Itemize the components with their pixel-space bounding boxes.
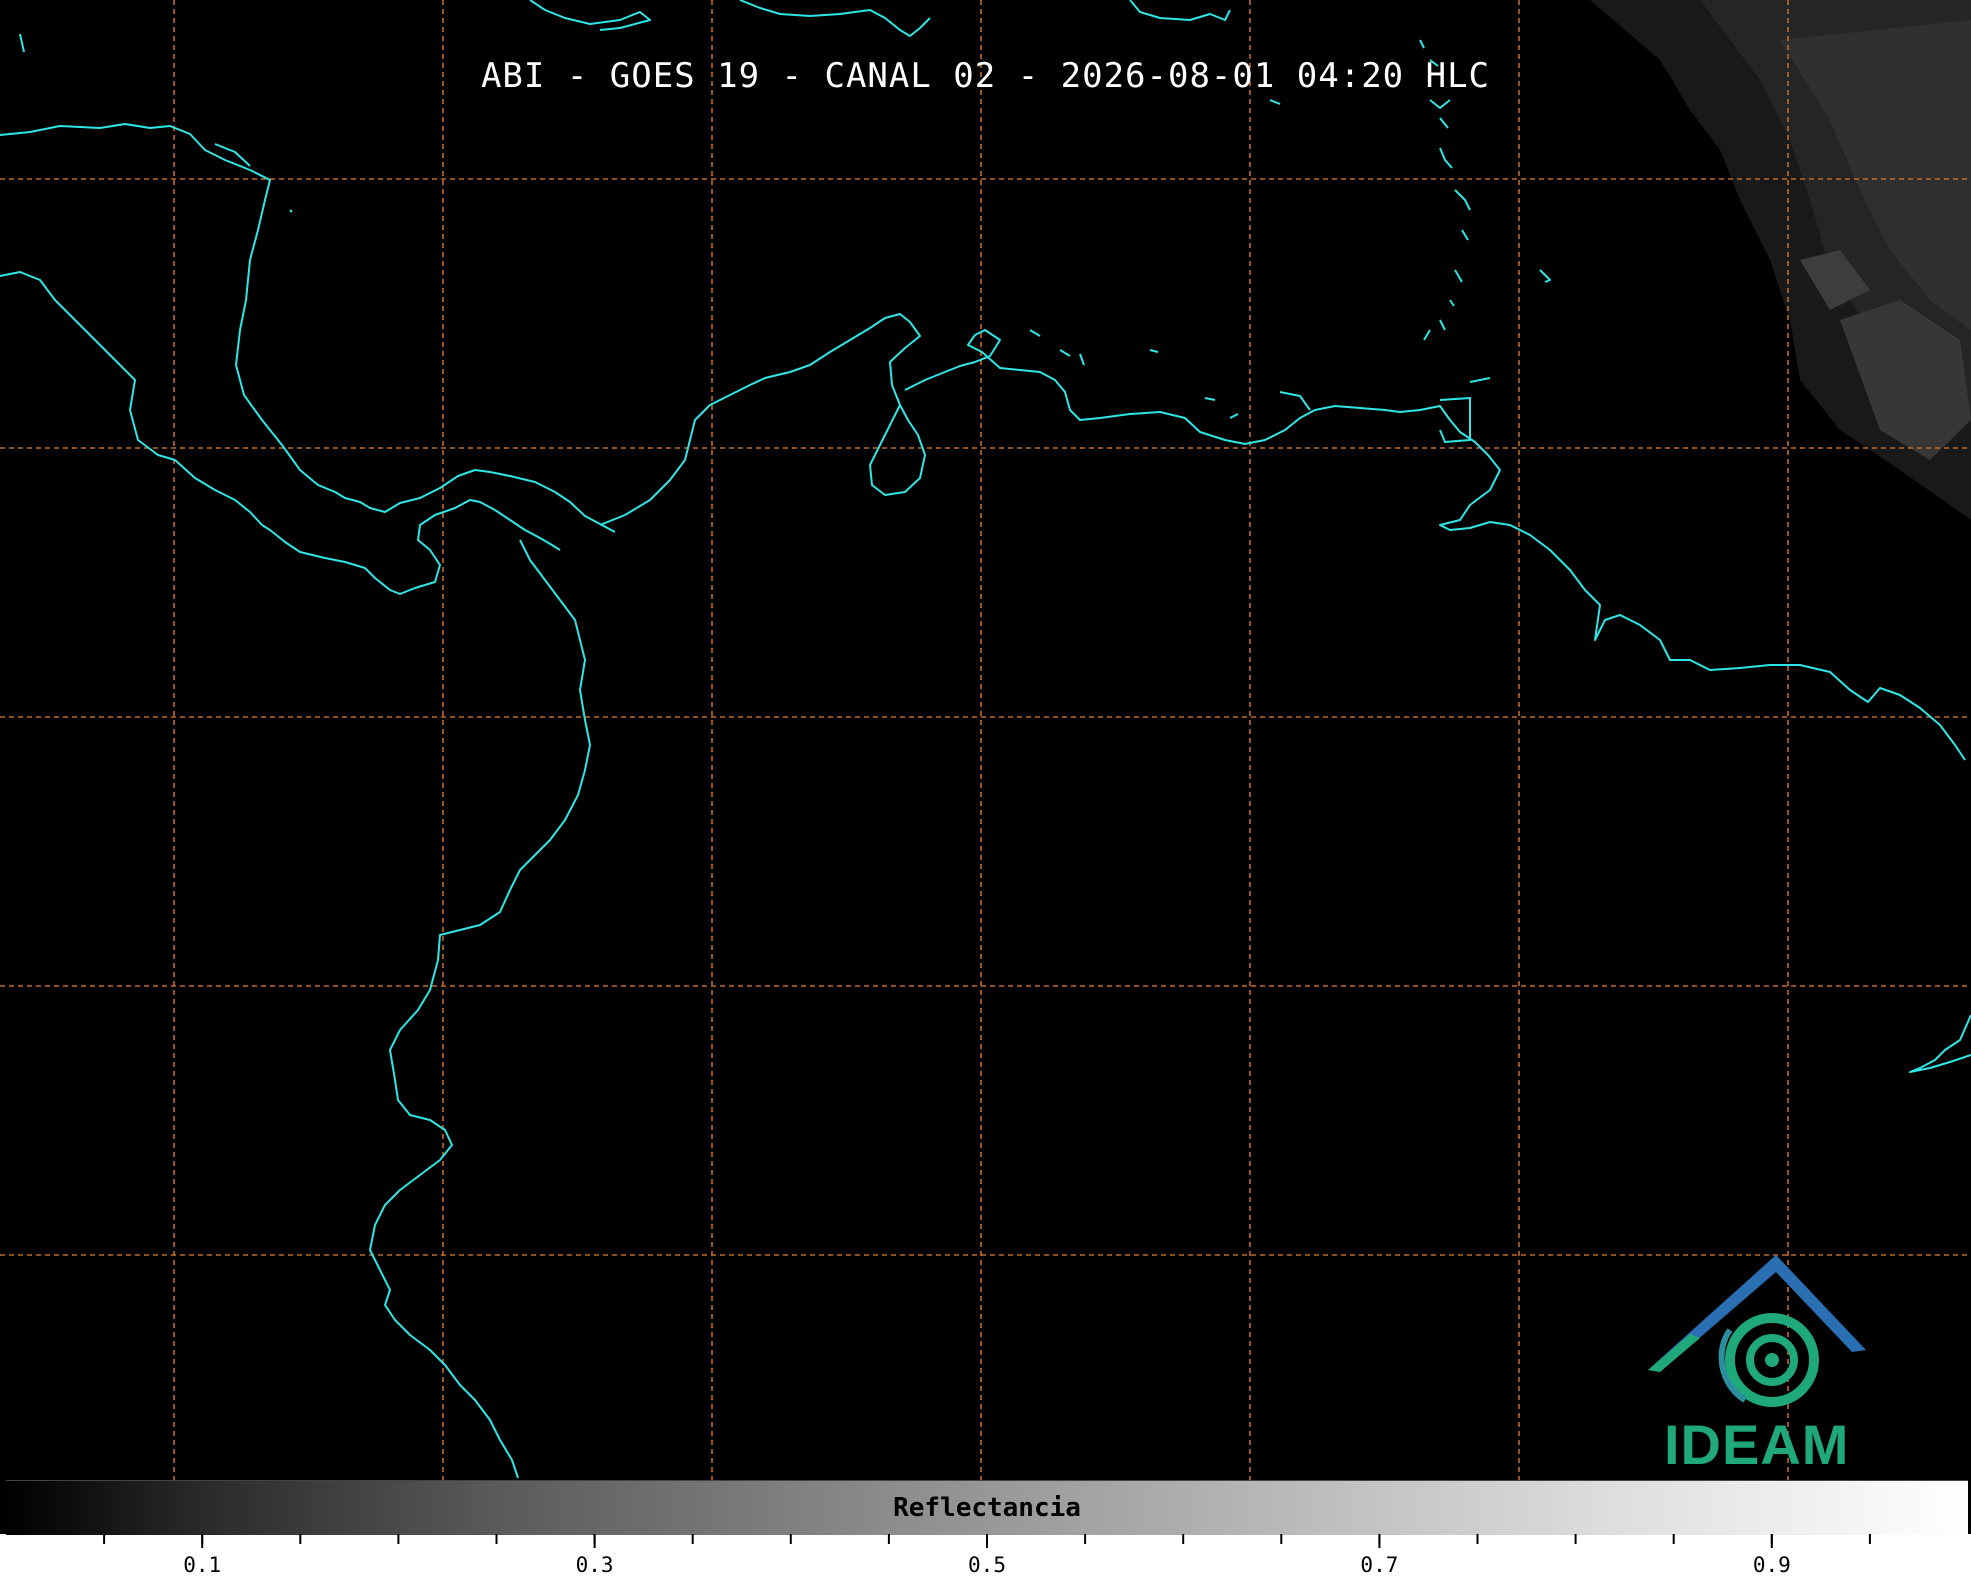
reflectance-colorbar: Reflectancia bbox=[6, 1480, 1968, 1535]
map-title: ABI - GOES 19 - CANAL 02 - 2026-08-01 04… bbox=[480, 56, 1491, 96]
colorbar-tick-label: 0.7 bbox=[1360, 1553, 1399, 1577]
map-background bbox=[0, 0, 1971, 1480]
satellite-map bbox=[0, 0, 1971, 1480]
ideam-logo-text: IDEAM bbox=[1664, 1413, 1850, 1476]
colorbar-tick-label: 0.9 bbox=[1752, 1553, 1791, 1577]
colorbar-label: Reflectancia bbox=[893, 1493, 1081, 1523]
colorbar-tick-label: 0.5 bbox=[968, 1553, 1006, 1577]
colorbar-tick-label: 0.1 bbox=[183, 1553, 222, 1577]
colorbar-tick-label: 0.3 bbox=[575, 1553, 614, 1577]
